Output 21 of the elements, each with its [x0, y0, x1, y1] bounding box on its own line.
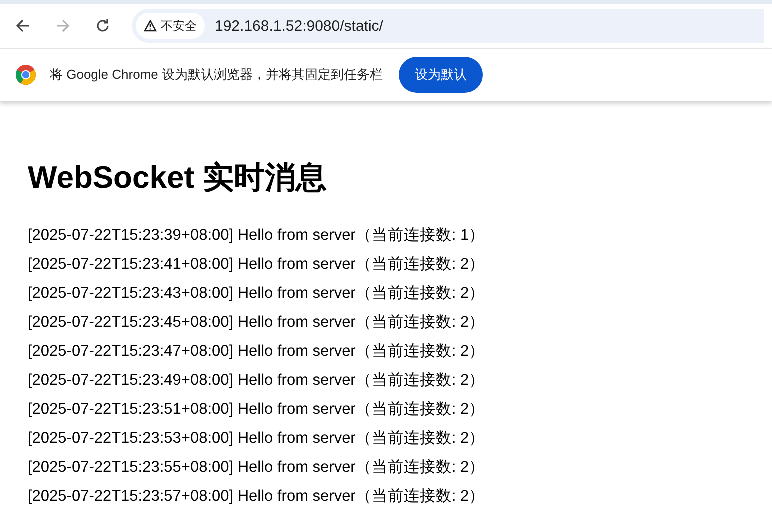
- reload-icon: [95, 18, 111, 34]
- address-bar[interactable]: 不安全 192.168.1.52:9080/static/: [132, 9, 764, 43]
- message-line: [2025-07-22T15:23:53+08:00] Hello from server（当前连接数: 2）: [28, 429, 486, 449]
- message-line: [2025-07-22T15:23:49+08:00] Hello from server（当前连接数: 2）: [28, 371, 486, 391]
- message-line: [2025-07-22T15:23:51+08:00] Hello from server（当前连接数: 2）: [28, 400, 486, 420]
- message-line: [2025-07-22T15:23:45+08:00] Hello from server（当前连接数: 2）: [28, 313, 486, 333]
- message-line: [2025-07-22T15:23:39+08:00] Hello from server（当前连接数: 1）: [28, 226, 486, 246]
- warning-icon: [144, 20, 157, 32]
- message-line: [2025-07-22T15:23:47+08:00] Hello from server（当前连接数: 2）: [28, 342, 486, 362]
- forward-arrow-icon: [55, 18, 71, 34]
- security-badge[interactable]: 不安全: [136, 13, 205, 39]
- set-default-button[interactable]: 设为默认: [399, 57, 483, 93]
- message-line: [2025-07-22T15:23:55+08:00] Hello from server（当前连接数: 2）: [28, 458, 486, 478]
- message-line: [2025-07-22T15:23:43+08:00] Hello from server（当前连接数: 2）: [28, 284, 486, 304]
- message-line: [2025-07-22T15:23:57+08:00] Hello from server（当前连接数: 2）: [28, 487, 486, 507]
- page-heading: WebSocket 实时消息: [28, 159, 328, 197]
- url-text: 192.168.1.52:9080/static/: [215, 18, 384, 34]
- back-arrow-icon: [15, 18, 31, 34]
- message-line: [2025-07-22T15:23:41+08:00] Hello from server（当前连接数: 2）: [28, 255, 486, 275]
- infobar-message: 将 Google Chrome 设为默认浏览器，并将其固定到任务栏: [50, 66, 383, 84]
- chrome-logo-icon: [16, 65, 36, 85]
